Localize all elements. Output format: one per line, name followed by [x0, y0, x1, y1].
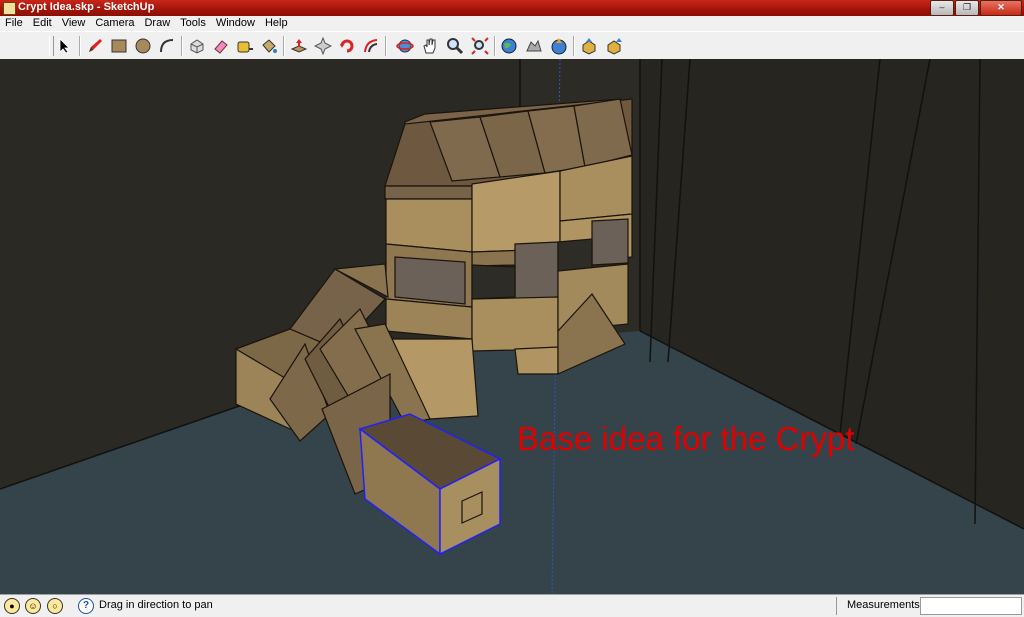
rectangle-tool[interactable] — [109, 36, 129, 56]
geo-location-icon[interactable]: ● — [4, 598, 20, 614]
scene-drawing — [0, 59, 1024, 594]
eraser-icon — [214, 40, 228, 54]
get-models-icon — [582, 38, 596, 55]
measurements-input[interactable] — [920, 597, 1022, 615]
user-icon[interactable]: ○ — [47, 598, 63, 614]
status-separator — [836, 597, 837, 615]
status-bar: ● ☺ ○ ? Drag in direction to pan Measure… — [0, 594, 1024, 617]
share-model-tool[interactable] — [604, 36, 624, 56]
restore-button[interactable]: ❐ — [955, 0, 979, 16]
annotation-text: Base idea for the Crypt — [517, 420, 855, 457]
toolbar-separator — [494, 36, 496, 56]
sketchup-app-icon — [3, 2, 16, 15]
rotate-icon — [340, 39, 354, 53]
menu-window[interactable]: Window — [211, 16, 260, 31]
toolbar-separator — [79, 36, 81, 56]
move-tool[interactable] — [313, 36, 333, 56]
component-icon — [190, 39, 204, 54]
pencil-icon — [89, 39, 102, 52]
model-viewport[interactable]: Base idea for the Crypt — [0, 59, 1024, 594]
tape-measure-tool[interactable] — [235, 36, 255, 56]
place-model-tool[interactable] — [549, 36, 569, 56]
measurements-label: Measurements — [847, 599, 920, 611]
get-current-view-tool[interactable] — [499, 36, 519, 56]
share-model-icon — [607, 38, 622, 55]
toolbar-separator — [181, 36, 183, 56]
eraser-tool[interactable] — [211, 36, 231, 56]
paint-bucket-icon — [262, 39, 277, 53]
rectangle-icon — [111, 39, 127, 53]
get-models-tool[interactable] — [579, 36, 599, 56]
push-pull-tool[interactable] — [289, 36, 309, 56]
main-toolbar — [0, 31, 1024, 61]
pencil-tool[interactable] — [85, 36, 105, 56]
status-hint: Drag in direction to pan — [99, 599, 213, 611]
menu-file[interactable]: File — [0, 16, 28, 31]
menu-draw[interactable]: Draw — [139, 16, 175, 31]
zoom-extents-tool[interactable] — [470, 36, 490, 56]
paint-bucket-tool[interactable] — [259, 36, 279, 56]
title-bar: Crypt Idea.skp - SketchUp – ❐ ✕ — [0, 0, 1024, 16]
place-model-icon — [551, 38, 567, 55]
offset-icon — [364, 39, 378, 53]
credits-icon[interactable]: ☺ — [25, 598, 41, 614]
menu-help[interactable]: Help — [260, 16, 293, 31]
toolbar-separator — [573, 36, 575, 56]
offset-tool[interactable] — [361, 36, 381, 56]
arc-tool[interactable] — [157, 36, 177, 56]
pan-tool[interactable] — [420, 36, 440, 56]
push-pull-icon — [290, 39, 308, 53]
make-component-tool[interactable] — [187, 36, 207, 56]
hand-icon — [423, 38, 436, 54]
circle-icon — [135, 38, 151, 54]
circle-tool[interactable] — [133, 36, 153, 56]
arrow-icon — [59, 38, 70, 54]
toolbar-grip[interactable] — [49, 36, 54, 56]
move-icon — [314, 37, 332, 55]
rotate-tool[interactable] — [337, 36, 357, 56]
zoom-icon — [447, 38, 464, 55]
orbit-tool[interactable] — [395, 36, 415, 56]
select-tool[interactable] — [55, 36, 75, 56]
minimize-button[interactable]: – — [930, 0, 954, 16]
menu-camera[interactable]: Camera — [90, 16, 139, 31]
menu-tools[interactable]: Tools — [175, 16, 211, 31]
window-title: Crypt Idea.skp - SketchUp — [18, 1, 155, 13]
tape-measure-icon — [237, 41, 253, 53]
toolbar-separator — [283, 36, 285, 56]
help-icon[interactable]: ? — [78, 598, 94, 614]
zoom-extents-icon — [471, 37, 489, 55]
orbit-icon — [396, 39, 414, 53]
toggle-terrain-tool[interactable] — [524, 36, 544, 56]
zoom-tool[interactable] — [445, 36, 465, 56]
menu-bar: File Edit View Camera Draw Tools Window … — [0, 16, 1024, 31]
terrain-icon — [526, 39, 542, 52]
menu-edit[interactable]: Edit — [28, 16, 57, 31]
arc-icon — [160, 39, 174, 53]
menu-view[interactable]: View — [57, 16, 91, 31]
earth-icon — [501, 38, 517, 54]
toolbar-separator — [385, 36, 387, 56]
close-button[interactable]: ✕ — [980, 0, 1022, 16]
